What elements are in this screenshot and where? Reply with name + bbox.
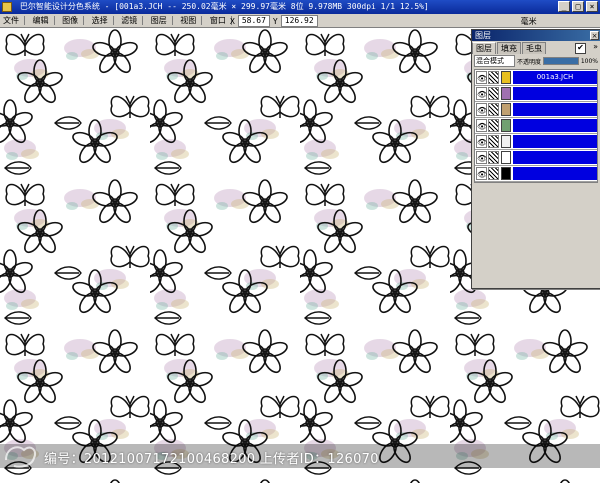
lock-icon[interactable] [488,87,499,100]
opacity-fill [544,58,578,64]
eye-icon[interactable]: 👁 [476,71,487,84]
y-label: Y [272,16,278,26]
layer-row[interactable]: 👁 [475,102,597,118]
eye-icon[interactable]: 👁 [476,87,487,100]
layer-color-swatch[interactable] [501,167,511,180]
layer-color-swatch[interactable] [501,71,511,84]
panel-title: 图层 [475,31,491,40]
panel-title-bar[interactable]: 图层 × [472,30,600,41]
layer-color-swatch[interactable] [501,151,511,164]
layer-color-swatch[interactable] [501,103,511,116]
opacity-label: 不透明度 [517,58,542,66]
layer-name[interactable]: 001a3.JCH [513,71,597,84]
layers-panel: 图层 × 图层 填充 毛虫 ✔ » 混合模式 不透明度 100% 👁 001a3.… [471,29,600,289]
watermark-logo-icon [5,446,36,468]
window-controls: _ □ × [558,1,598,12]
lock-icon[interactable] [488,119,499,132]
blend-mode-select[interactable]: 混合模式 [474,55,515,67]
menu-edit[interactable]: 编辑 [30,14,52,27]
window-title: 巴尔智能设计分色系统 - [001a3.JCH -- 250.02毫米 × 29… [19,2,429,11]
minimize-button[interactable]: _ [558,1,570,12]
menu-layer[interactable]: 图层 [148,14,170,27]
layer-color-swatch[interactable] [501,87,511,100]
y-value: 126.92 [280,15,318,27]
lock-icon[interactable] [488,71,499,84]
tab-layers[interactable]: 图层 [472,42,496,54]
tab-caterpillar[interactable]: 毛虫 [522,42,546,54]
close-button[interactable]: × [586,1,598,12]
menu-window[interactable]: 窗口 [207,14,229,27]
lock-icon[interactable] [488,135,499,148]
opacity-slider[interactable] [543,57,579,65]
x-label: X [230,16,235,26]
panel-checkbox[interactable]: ✔ [575,43,586,54]
menu-view[interactable]: 视图 [177,14,199,27]
tab-fill[interactable]: 填充 [497,42,521,54]
blend-row: 混合模式 不透明度 100% [474,55,598,67]
panel-close-icon[interactable]: × [590,31,599,40]
unit-label: 毫米 [520,16,537,26]
layer-row[interactable]: 👁 [475,166,597,182]
panel-menu-icon[interactable]: » [593,42,598,51]
title-bar: 巴尔智能设计分色系统 - [001a3.JCH -- 250.02毫米 × 29… [0,0,600,14]
layer-name[interactable] [513,135,597,148]
menu-select[interactable]: 选择 [89,14,111,27]
layer-name[interactable] [513,103,597,116]
layer-color-swatch[interactable] [501,135,511,148]
lock-icon[interactable] [488,167,499,180]
panel-tabs: 图层 填充 毛虫 ✔ » [472,42,600,54]
layer-name[interactable] [513,119,597,132]
eye-icon[interactable]: 👁 [476,135,487,148]
layer-row[interactable]: 👁 001a3.JCH [475,70,597,86]
menu-filter[interactable]: 滤镜 [118,14,140,27]
layer-row[interactable]: 👁 [475,134,597,150]
eye-icon[interactable]: 👁 [476,119,487,132]
layer-row[interactable]: 👁 [475,118,597,134]
x-value: 58.67 [237,15,270,27]
menu-file[interactable]: 文件 [0,14,22,27]
layer-name[interactable] [513,151,597,164]
layer-list: 👁 001a3.JCH 👁 👁 👁 👁 👁 👁 [474,69,598,183]
layer-color-swatch[interactable] [501,119,511,132]
opacity-value: 100% [580,57,598,65]
layer-row[interactable]: 👁 [475,150,597,166]
layer-name[interactable] [513,87,597,100]
lock-icon[interactable] [488,151,499,164]
lock-icon[interactable] [488,103,499,116]
maximize-button[interactable]: □ [572,1,584,12]
app-icon [2,2,12,12]
menu-image[interactable]: 图像 [59,14,81,27]
watermark-text: 编号：20121007172100468200 上传者ID：126070 [44,452,379,467]
eye-icon[interactable]: 👁 [476,151,487,164]
layer-row[interactable]: 👁 [475,86,597,102]
layer-name[interactable] [513,167,597,180]
coordinate-readout: X 58.67 Y 126.92 毫米 [230,15,537,27]
eye-icon[interactable]: 👁 [476,167,487,180]
eye-icon[interactable]: 👁 [476,103,487,116]
